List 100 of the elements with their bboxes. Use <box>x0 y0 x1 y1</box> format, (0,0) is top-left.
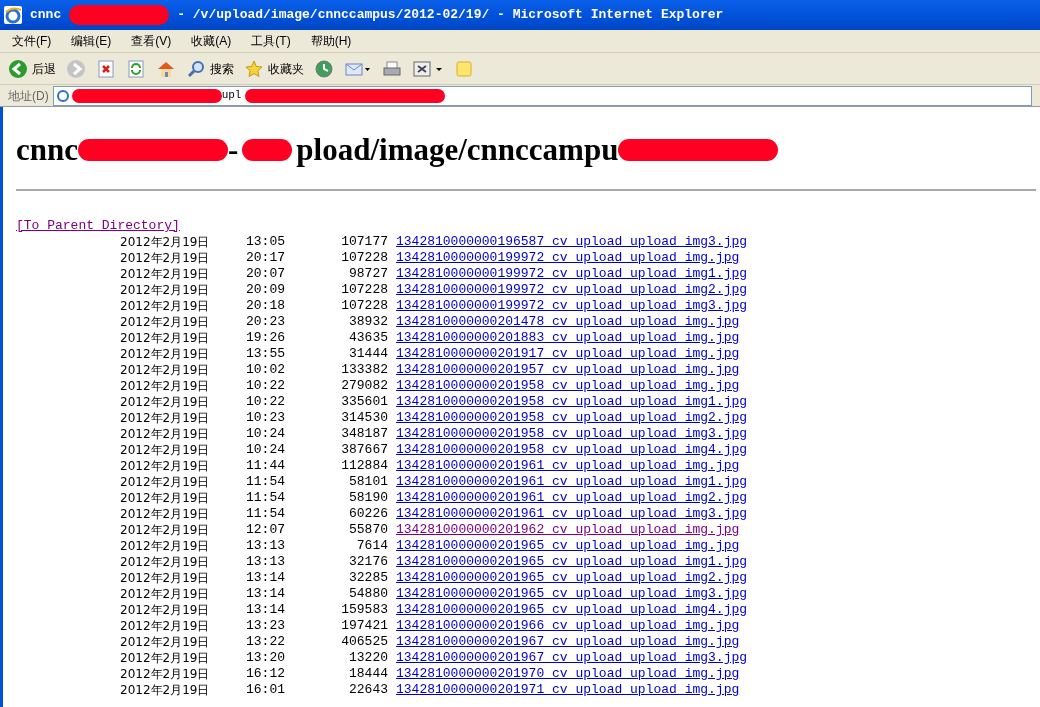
file-size: 18444 <box>348 666 388 682</box>
file-link[interactable]: 1342810000000199972_cv_upload_upload_img3.jpg <box>396 298 748 314</box>
history-icon[interactable] <box>314 58 334 79</box>
parent-directory-link[interactable]: [To Parent Directory] <box>16 218 180 233</box>
file-date: 2012年2月19日 <box>120 650 211 666</box>
file-date: 2012年2月19日 <box>120 346 211 362</box>
file-link[interactable]: 1342810000000201962_cv_upload_upload_img.jpg <box>396 522 740 538</box>
menu-item[interactable]: 查看(V) <box>131 32 172 50</box>
file-link[interactable]: 1342810000000196587_cv_upload_upload_img3.jpg <box>396 234 748 250</box>
search-icon[interactable] <box>186 58 206 79</box>
file-size: 107228 <box>340 250 388 266</box>
file-time: 13:13 <box>246 554 286 570</box>
file-time: 10:22 <box>246 378 286 394</box>
file-time: 10:23 <box>246 410 286 426</box>
file-size: 31444 <box>348 346 388 362</box>
toolbar-label[interactable]: 后退 <box>32 59 56 78</box>
file-size: 32285 <box>348 570 388 586</box>
file-size: 112884 <box>340 458 388 474</box>
file-size: 58101 <box>348 474 388 490</box>
file-link[interactable]: 1342810000000199972_cv_upload_upload_img.jpg <box>396 250 740 266</box>
star-icon[interactable] <box>244 58 264 79</box>
file-link[interactable]: 1342810000000201965_cv_upload_upload_img4.jpg <box>396 602 748 618</box>
window-title: cnnc <box>30 6 62 25</box>
address-field[interactable]: upl <box>52 85 1032 106</box>
file-date: 2012年2月19日 <box>120 362 211 378</box>
file-size: 38932 <box>348 314 388 330</box>
printer-icon[interactable] <box>382 58 402 79</box>
file-date: 2012年2月19日 <box>120 506 211 522</box>
file-link[interactable]: 1342810000000201965_cv_upload_upload_img3.jpg <box>396 586 748 602</box>
file-link[interactable]: 1342810000000201961_cv_upload_upload_img2.jpg <box>396 490 748 506</box>
file-link[interactable]: 1342810000000201970_cv_upload_upload_img.jpg <box>396 666 740 682</box>
file-time: 10:02 <box>246 362 286 378</box>
file-date: 2012年2月19日 <box>120 554 211 570</box>
file-link[interactable]: 1342810000000201958_cv_upload_upload_img1.jpg <box>396 394 748 410</box>
file-link[interactable]: 1342810000000201883_cv_upload_upload_img.jpg <box>396 330 740 346</box>
stop-icon[interactable] <box>96 58 116 79</box>
file-size: 43635 <box>348 330 388 346</box>
menu-item[interactable]: 文件(F) <box>12 32 52 50</box>
file-time: 10:24 <box>246 426 286 442</box>
file-size: 406525 <box>340 634 388 650</box>
file-link[interactable]: 1342810000000201967_cv_upload_upload_img3.jpg <box>396 650 748 666</box>
menu-item[interactable]: 工具(T) <box>251 32 291 50</box>
file-link[interactable]: 1342810000000201957_cv_upload_upload_img.jpg <box>396 362 740 378</box>
file-link[interactable]: 1342810000000201965_cv_upload_upload_img.jpg <box>396 538 740 554</box>
refresh-icon[interactable] <box>126 58 146 79</box>
file-link[interactable]: 1342810000000201958_cv_upload_upload_img4.jpg <box>396 442 748 458</box>
file-size: 335601 <box>340 394 388 410</box>
file-time: 10:24 <box>246 442 286 458</box>
file-size: 107228 <box>340 282 388 298</box>
redaction-mark <box>242 139 293 161</box>
file-link[interactable]: 1342810000000199972_cv_upload_upload_img2.jpg <box>396 282 748 298</box>
file-link[interactable]: 1342810000000201961_cv_upload_upload_img3.jpg <box>396 506 748 522</box>
file-link[interactable]: 1342810000000201965_cv_upload_upload_img2.jpg <box>396 570 748 586</box>
file-date: 2012年2月19日 <box>120 538 211 554</box>
file-time: 13:05 <box>246 234 286 250</box>
edit-icon[interactable] <box>412 58 444 79</box>
file-link[interactable]: 1342810000000201967_cv_upload_upload_img.jpg <box>396 634 740 650</box>
file-link[interactable]: 1342810000000201961_cv_upload_upload_img.jpg <box>396 458 740 474</box>
file-size: 348187 <box>340 426 388 442</box>
window-title: - /v/upload/image/cnnccampus/2012-02/19/ - Microsoft Internet Explorer <box>177 6 724 25</box>
file-link[interactable]: 1342810000000201961_cv_upload_upload_img1.jpg <box>396 474 748 490</box>
file-link[interactable]: 1342810000000201966_cv_upload_upload_img.jpg <box>396 618 740 634</box>
file-date: 2012年2月19日 <box>120 282 211 298</box>
file-link[interactable]: 1342810000000201958_cv_upload_upload_img3.jpg <box>396 426 748 442</box>
file-date: 2012年2月19日 <box>120 570 211 586</box>
file-time: 13:14 <box>246 570 286 586</box>
file-size: 7614 <box>355 538 388 554</box>
toolbar-label[interactable]: 搜索 <box>210 59 234 78</box>
menu-item[interactable]: 收藏(A) <box>191 32 232 50</box>
file-size: 107177 <box>340 234 388 250</box>
page-heading: - <box>228 130 239 169</box>
file-link[interactable]: 1342810000000199972_cv_upload_upload_img1.jpg <box>396 266 748 282</box>
file-size: 197421 <box>340 618 388 634</box>
file-date: 2012年2月19日 <box>120 634 211 650</box>
file-time: 20:17 <box>246 250 286 266</box>
menu-item[interactable]: 编辑(E) <box>71 32 112 50</box>
file-date: 2012年2月19日 <box>120 234 211 250</box>
menu-item[interactable]: 帮助(H) <box>310 32 352 50</box>
file-size: 13220 <box>348 650 388 666</box>
file-link[interactable]: 1342810000000201971_cv_upload_upload_img.jpg <box>396 682 740 698</box>
file-size: 159583 <box>340 602 388 618</box>
file-time: 13:22 <box>246 634 286 650</box>
file-date: 2012年2月19日 <box>120 410 211 426</box>
file-link[interactable]: 1342810000000201965_cv_upload_upload_img1.jpg <box>396 554 748 570</box>
page-heading: pload/image/cnnccampu <box>296 130 619 169</box>
page-heading: cnnc <box>16 130 78 169</box>
file-time: 13:13 <box>246 538 286 554</box>
file-link[interactable]: 1342810000000201917_cv_upload_upload_img.jpg <box>396 346 740 362</box>
file-link[interactable]: 1342810000000201478_cv_upload_upload_img.jpg <box>396 314 740 330</box>
file-time: 20:18 <box>246 298 286 314</box>
file-size: 60226 <box>348 506 388 522</box>
file-date: 2012年2月19日 <box>120 490 211 506</box>
file-time: 20:23 <box>246 314 286 330</box>
file-link[interactable]: 1342810000000201958_cv_upload_upload_img2.jpg <box>396 410 748 426</box>
file-date: 2012年2月19日 <box>120 522 211 538</box>
file-size: 314530 <box>340 410 388 426</box>
file-time: 10:22 <box>246 394 286 410</box>
toolbar-label[interactable]: 收藏夹 <box>268 59 304 78</box>
file-date: 2012年2月19日 <box>120 682 211 698</box>
file-link[interactable]: 1342810000000201958_cv_upload_upload_img.jpg <box>396 378 740 394</box>
